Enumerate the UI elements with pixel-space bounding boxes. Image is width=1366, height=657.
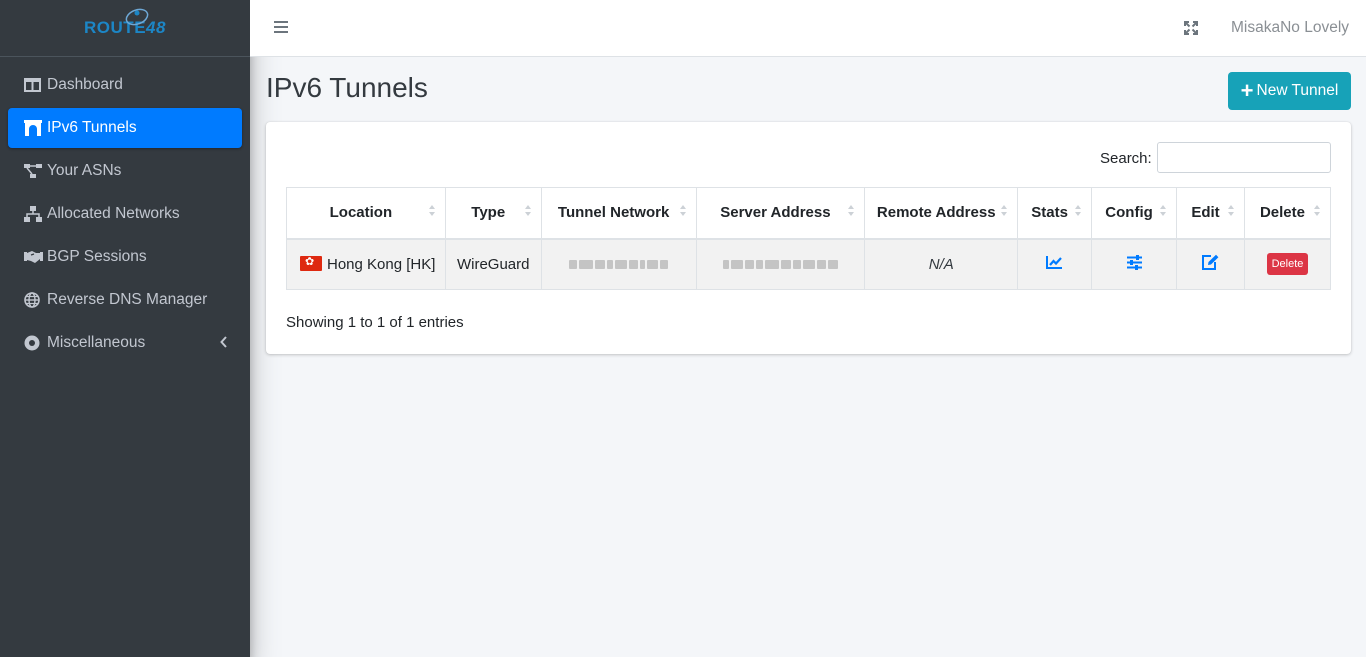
col-stats[interactable]: Stats bbox=[1017, 187, 1093, 240]
new-tunnel-label: New Tunnel bbox=[1256, 82, 1339, 99]
sidebar-item-bgp-sessions[interactable]: BGP Sessions bbox=[8, 237, 242, 277]
col-delete[interactable]: Delete bbox=[1243, 187, 1332, 240]
sort-icon bbox=[848, 205, 855, 219]
cell-location: Hong Kong [HK] bbox=[286, 238, 446, 290]
table-header-row: Location Type Tunnel Network Server Addr… bbox=[286, 187, 1332, 240]
sort-icon bbox=[1227, 205, 1234, 219]
project-diagram-icon bbox=[24, 162, 44, 180]
cell-type: WireGuard bbox=[444, 238, 542, 290]
archway-icon bbox=[24, 119, 44, 137]
table-row: Hong Kong [HK] WireGuard N/A bbox=[286, 238, 1332, 290]
bars-icon[interactable] bbox=[274, 21, 288, 36]
col-location[interactable]: Location bbox=[286, 187, 446, 240]
chevron-left-icon[interactable] bbox=[220, 335, 228, 353]
page-title: IPv6 Tunnels bbox=[266, 72, 428, 103]
sidebar-item-label: Miscellaneous bbox=[47, 334, 146, 351]
sidebar-item-label: IPv6 Tunnels bbox=[47, 119, 137, 136]
topbar: MisakaNo Lovely bbox=[250, 0, 1366, 57]
tunnels-card: Search: Location Type Tunnel Network Ser… bbox=[266, 122, 1351, 354]
sidebar-item-label: Allocated Networks bbox=[47, 205, 180, 222]
cell-edit bbox=[1176, 238, 1245, 290]
col-edit[interactable]: Edit bbox=[1176, 187, 1245, 240]
cell-server-address-redacted bbox=[695, 238, 866, 290]
cell-config bbox=[1091, 238, 1178, 290]
sort-icon bbox=[428, 205, 435, 219]
table-info: Showing 1 to 1 of 1 entries bbox=[286, 314, 464, 331]
sort-icon bbox=[1314, 205, 1320, 219]
cell-delete: Delete bbox=[1243, 238, 1332, 290]
remote-address-text: N/A bbox=[928, 255, 954, 273]
sidebar-item-allocated-networks[interactable]: Allocated Networks bbox=[8, 194, 242, 234]
col-tunnel-network[interactable]: Tunnel Network bbox=[540, 187, 697, 240]
col-remote-address[interactable]: Remote Address bbox=[864, 187, 1019, 240]
sort-icon bbox=[679, 205, 686, 219]
sliders-icon[interactable] bbox=[1126, 254, 1143, 274]
sort-icon bbox=[524, 205, 531, 219]
expand-icon[interactable] bbox=[1184, 21, 1198, 39]
cell-stats bbox=[1017, 238, 1093, 290]
sidebar-item-label: Your ASNs bbox=[47, 162, 122, 179]
brand-logo: ROUTE48 bbox=[84, 8, 166, 38]
new-tunnel-button[interactable]: + New Tunnel bbox=[1228, 72, 1351, 110]
sort-icon bbox=[1160, 205, 1167, 219]
sidebar-nav: Dashboard IPv6 Tunnels Your ASNs Allocat… bbox=[0, 57, 250, 363]
sidebar-item-label: Dashboard bbox=[47, 76, 123, 93]
logo-swirl-icon bbox=[125, 8, 149, 26]
search-input[interactable] bbox=[1157, 142, 1331, 173]
sort-icon bbox=[1001, 205, 1008, 219]
user-menu[interactable]: MisakaNo Lovely bbox=[1231, 19, 1349, 37]
sidebar-item-ipv6-tunnels[interactable]: IPv6 Tunnels bbox=[8, 108, 242, 148]
network-wired-icon bbox=[24, 205, 44, 223]
columns-icon bbox=[24, 76, 44, 94]
col-server-address[interactable]: Server Address bbox=[695, 187, 866, 240]
sidebar-item-reverse-dns[interactable]: Reverse DNS Manager bbox=[8, 280, 242, 320]
sort-icon bbox=[1075, 205, 1082, 219]
dot-circle-icon bbox=[24, 334, 44, 352]
sidebar: ROUTE48 Dashboard IPv6 Tunnels Your ASNs bbox=[0, 0, 250, 657]
cell-tunnel-network-redacted bbox=[540, 238, 697, 290]
delete-button[interactable]: Delete bbox=[1266, 253, 1309, 276]
tunnels-table: Location Type Tunnel Network Server Addr… bbox=[286, 187, 1332, 290]
chart-line-icon[interactable] bbox=[1046, 255, 1063, 273]
handshake-icon bbox=[24, 248, 44, 266]
plus-icon: + bbox=[1240, 78, 1254, 103]
hong-kong-flag-icon bbox=[300, 255, 322, 271]
sidebar-item-dashboard[interactable]: Dashboard bbox=[8, 65, 242, 105]
edit-icon[interactable] bbox=[1201, 254, 1219, 274]
sidebar-item-label: BGP Sessions bbox=[47, 248, 147, 265]
location-text: Hong Kong [HK] bbox=[327, 255, 436, 273]
sidebar-item-your-asns[interactable]: Your ASNs bbox=[8, 151, 242, 191]
sidebar-item-label: Reverse DNS Manager bbox=[47, 291, 208, 308]
brand-link[interactable]: ROUTE48 bbox=[0, 0, 250, 57]
sidebar-item-miscellaneous[interactable]: Miscellaneous bbox=[8, 323, 242, 363]
col-type[interactable]: Type bbox=[444, 187, 542, 240]
globe-icon bbox=[24, 291, 44, 309]
cell-remote-address: N/A bbox=[864, 238, 1019, 290]
col-config[interactable]: Config bbox=[1091, 187, 1178, 240]
search-label: Search: bbox=[1100, 150, 1152, 167]
